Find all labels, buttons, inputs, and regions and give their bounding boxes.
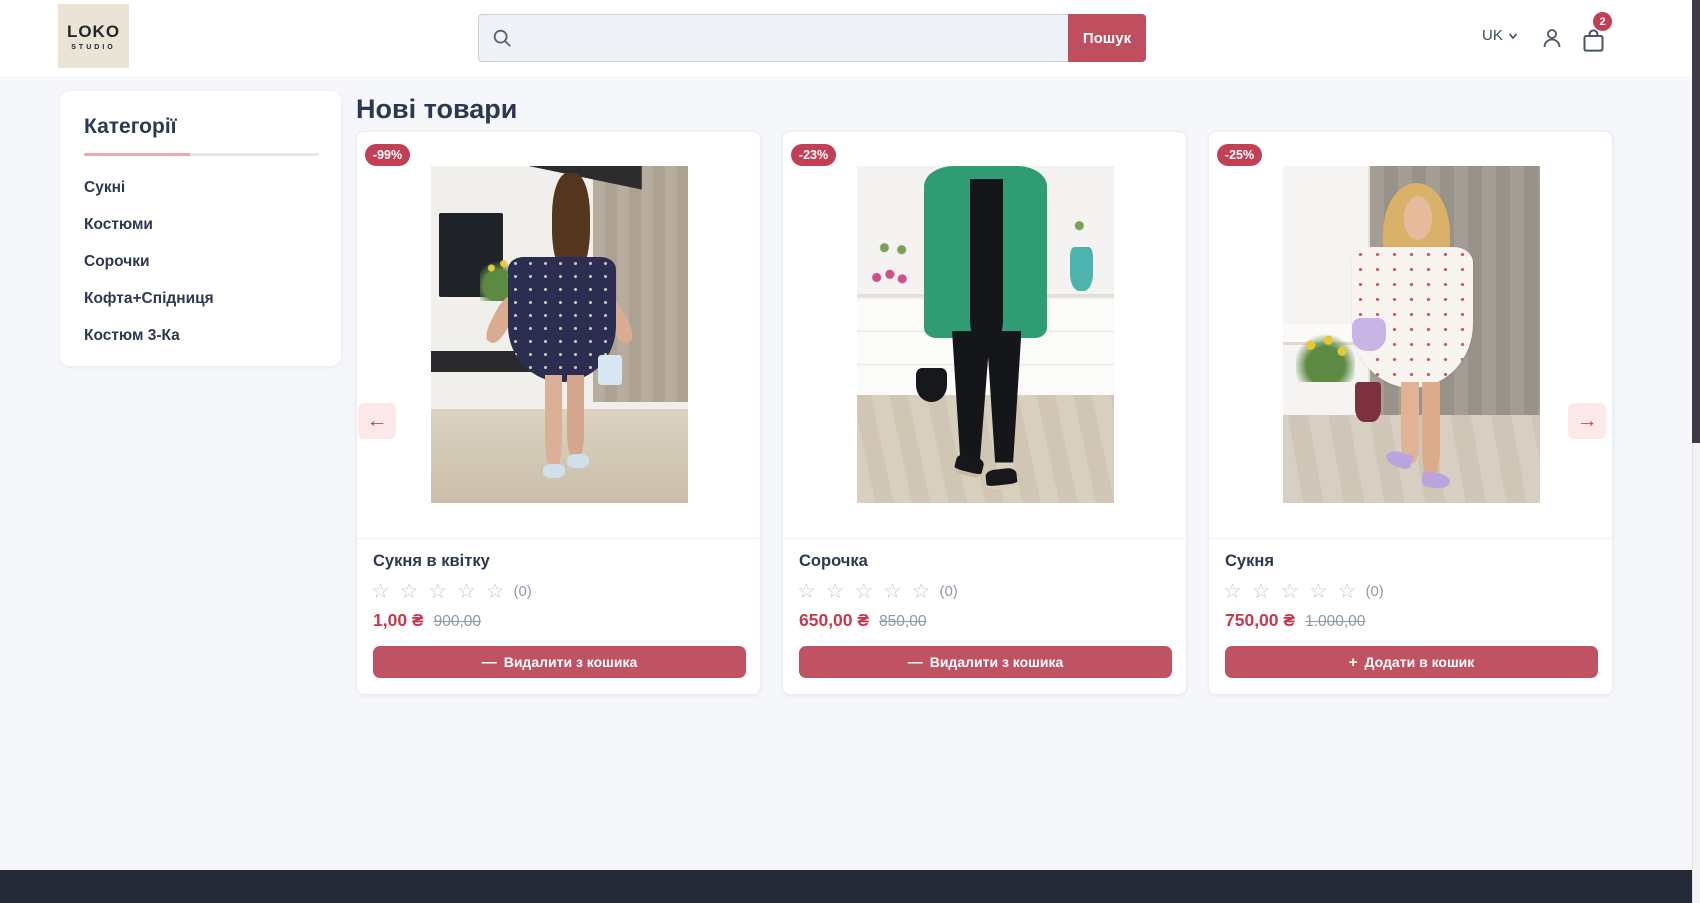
decor-top [970,179,1003,334]
logo-text-primary: LOKO [67,22,120,42]
decor-leg [1422,382,1440,476]
price-current: 650,00 ₴ [799,610,869,631]
search-icon [491,27,513,49]
cart-button-label: Видалити з кошика [930,654,1064,670]
decor-shoe [567,454,589,467]
product-image[interactable] [857,166,1114,503]
decor-bag [598,355,622,385]
categories-panel: Категорії Сукні Костюми Сорочки Кофта+Сп… [60,91,341,366]
logo[interactable]: LOKO STUDIO [58,4,129,68]
sidebar-item-shirts[interactable]: Сорочки [84,243,319,280]
price-current: 1,00 ₴ [373,610,424,631]
price-old: 900,00 [434,613,481,631]
language-label: UK [1482,27,1503,44]
remove-from-cart-button[interactable]: — Видалити з кошика [373,646,746,678]
decor-leg [545,375,562,466]
search-bar: Пошук [478,14,1146,62]
decor-leg [1401,382,1419,463]
price-current: 750,00 ₴ [1225,610,1295,631]
product-card: -25% Сукня ☆ ☆ ☆ ☆ ☆ (0) 750,00 ₴ 1.000,… [1208,131,1613,695]
scrollbar-thumb[interactable] [1692,0,1700,443]
decor-shoe [543,464,565,477]
sidebar-item-top-skirt[interactable]: Кофта+Спідниця [84,280,319,317]
arrow-left-icon: ← [367,409,388,433]
card-divider [783,538,1186,539]
decor-flowers [867,264,911,291]
star-icons: ☆ ☆ ☆ ☆ ☆ [371,579,506,604]
product-card: -23% Сорочка ☆ ☆ ☆ ☆ ☆ (0) 650,00 ₴ 850,… [782,131,1187,695]
add-to-cart-button[interactable]: + Додати в кошик [1225,646,1598,678]
rating-row: ☆ ☆ ☆ ☆ ☆ (0) [371,579,532,604]
logo-text-secondary: STUDIO [71,44,115,51]
price-row: 750,00 ₴ 1.000,00 [1225,610,1365,631]
price-old: 1.000,00 [1305,613,1365,631]
decor-leg [567,375,584,456]
decor-floor [857,395,1114,503]
product-title[interactable]: Сукня [1225,552,1274,571]
carousel-prev-button[interactable]: ← [358,403,396,439]
decor-face [1404,196,1432,240]
decor-bag [916,368,947,402]
search-box [478,14,1068,62]
rating-count: (0) [939,583,957,600]
product-title[interactable]: Сорочка [799,552,868,571]
product-title[interactable]: Сукня в квітку [373,552,490,571]
rating-count: (0) [513,583,531,600]
arrow-right-icon: → [1577,409,1598,433]
categories-title: Категорії [84,115,319,139]
rating-count: (0) [1365,583,1383,600]
star-icons: ☆ ☆ ☆ ☆ ☆ [797,579,932,604]
star-icons: ☆ ☆ ☆ ☆ ☆ [1223,579,1358,604]
cart-button-label: Видалити з кошика [504,654,638,670]
product-card: -99% Сукня в квітку ☆ ☆ ☆ ☆ ☆ (0) 1,00 ₴… [356,131,761,695]
decor-vase [1070,247,1093,291]
product-image[interactable] [1283,166,1540,503]
card-divider [357,538,760,539]
categories-list: Сукні Костюми Сорочки Кофта+Спідниця Кос… [84,169,319,354]
rating-row: ☆ ☆ ☆ ☆ ☆ (0) [1223,579,1384,604]
price-old: 850,00 [879,613,926,631]
page-title: Нові товари [356,94,517,125]
cart-count-badge: 2 [1593,12,1612,31]
decor-flowers [1296,331,1355,382]
decor-bag [1352,318,1385,352]
remove-from-cart-button[interactable]: — Видалити з кошика [799,646,1172,678]
header: LOKO STUDIO Пошук UK 2 [0,0,1700,76]
account-icon[interactable] [1540,26,1564,50]
discount-badge: -25% [1217,144,1262,166]
search-input[interactable] [478,14,1068,62]
price-row: 1,00 ₴ 900,00 [373,610,481,631]
decor-pot [1355,382,1381,422]
decor-flowers [862,213,926,264]
price-row: 650,00 ₴ 850,00 [799,610,926,631]
language-switcher[interactable]: UK [1482,27,1518,44]
plus-icon: + [1349,654,1358,671]
product-image[interactable] [431,166,688,503]
cart-icon[interactable] [1580,27,1607,54]
discount-badge: -23% [791,144,836,166]
footer [0,870,1700,903]
chevron-down-icon [1508,31,1518,41]
sidebar-item-suits[interactable]: Костюми [84,206,319,243]
carousel-next-button[interactable]: → [1568,403,1606,439]
categories-underline [84,153,319,156]
discount-badge: -99% [365,144,410,166]
minus-icon: — [908,654,923,671]
sidebar-item-suit-3piece[interactable]: Костюм 3-Ка [84,317,319,354]
rating-row: ☆ ☆ ☆ ☆ ☆ (0) [797,579,958,604]
cart-button-label: Додати в кошик [1365,654,1475,670]
search-button[interactable]: Пошук [1068,14,1146,62]
decor-flowers [1055,186,1109,250]
sidebar-item-dresses[interactable]: Сукні [84,169,319,206]
minus-icon: — [482,654,497,671]
scrollbar-track[interactable] [1692,0,1700,903]
card-divider [1209,538,1612,539]
